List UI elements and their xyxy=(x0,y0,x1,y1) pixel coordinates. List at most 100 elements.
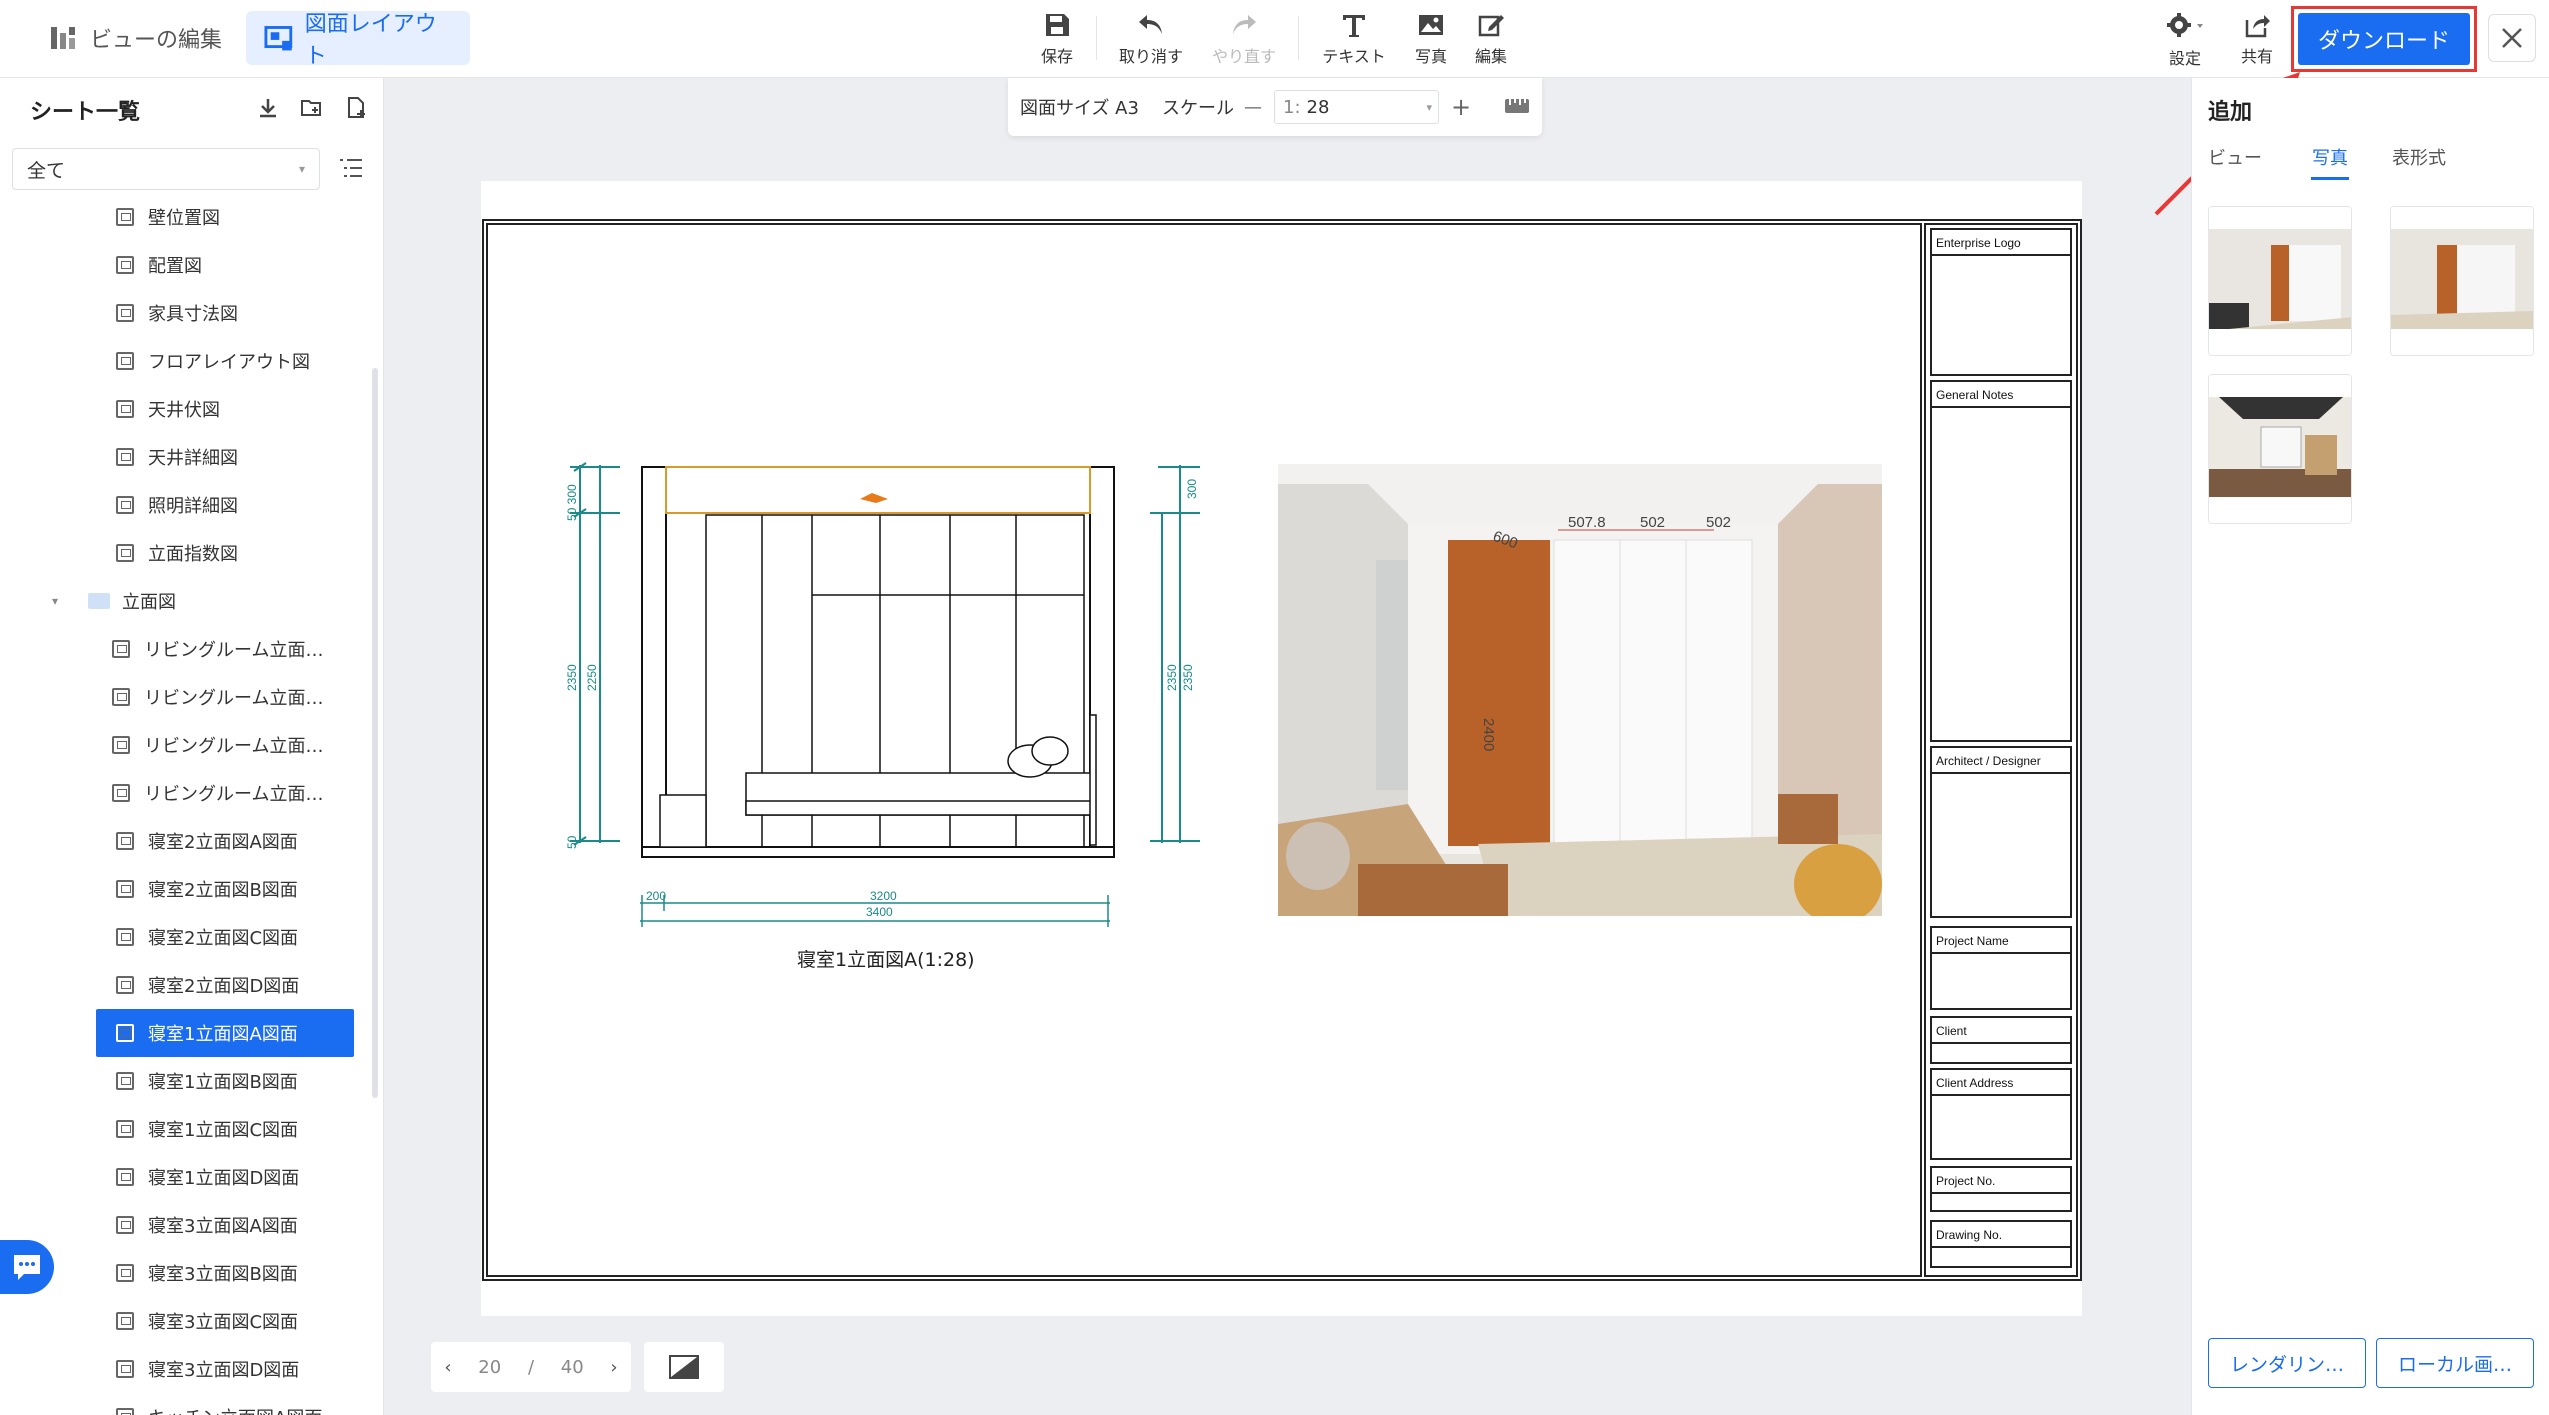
share-button[interactable]: 共有 xyxy=(2217,12,2297,67)
title-block-field-label: Project No. xyxy=(1936,1174,1996,1188)
sheet-icon xyxy=(116,976,134,994)
tree-sheet-item[interactable]: 寝室3立面図B図面 xyxy=(0,1249,383,1297)
scale-input[interactable]: 1: 28 ▾ xyxy=(1274,90,1439,124)
edit-icon xyxy=(1478,15,1504,37)
sidebar-scrollbar[interactable] xyxy=(372,368,378,1098)
edit-view-mode-button[interactable]: ビューの編集 xyxy=(30,11,240,65)
sheet-list-title: シート一覧 xyxy=(30,100,141,125)
tree-sheet-item[interactable]: 寝室2立面図A図面 xyxy=(0,817,383,865)
tree-sheet-item[interactable]: 寝室1立面図D図面 xyxy=(0,1153,383,1201)
tree-sheet-item[interactable]: 寝室1立面図A図面 xyxy=(0,1009,383,1057)
tree-sheet-item[interactable]: 寝室3立面図C図面 xyxy=(0,1297,383,1345)
sheet-icon xyxy=(116,208,134,226)
tree-item-label: 寝室1立面図A図面 xyxy=(148,1024,298,1045)
sheet-icon xyxy=(116,1216,134,1234)
contrast-icon xyxy=(669,1355,699,1379)
title-block-field[interactable]: Architect / Designer xyxy=(1930,746,2072,918)
download-button[interactable]: ダウンロード xyxy=(2298,13,2470,65)
tree-sheet-item[interactable]: 照明詳細図 xyxy=(0,481,383,529)
folder-expand-icon[interactable]: ▾ xyxy=(52,594,58,608)
scale-increase-button[interactable]: + xyxy=(1451,93,1471,121)
paper-size-label[interactable]: 図面サイズ A3 xyxy=(1020,94,1139,120)
title-block-field[interactable]: Drawing No. xyxy=(1930,1220,2072,1268)
tree-sheet-item[interactable]: フロアレイアウト図 xyxy=(0,337,383,385)
chevron-down-icon[interactable]: ▾ xyxy=(1426,101,1432,114)
next-page-button[interactable]: › xyxy=(610,1357,617,1378)
tree-sheet-item[interactable]: 壁位置図 xyxy=(0,193,383,241)
ceiling-light xyxy=(860,493,888,503)
tree-sheet-item[interactable]: リビングルーム立面… xyxy=(0,769,383,817)
title-block-field-label: Drawing No. xyxy=(1936,1228,2003,1242)
tab-view[interactable]: ビュー xyxy=(2208,144,2262,170)
tree-sheet-item[interactable]: 寝室2立面図D図面 xyxy=(0,961,383,1009)
title-block-field[interactable]: Project Name xyxy=(1930,926,2072,1010)
tree-item-label: リビングルーム立面… xyxy=(144,736,324,757)
tab-photo[interactable]: 写真 xyxy=(2312,144,2348,170)
dim-left-top: 50 300 xyxy=(565,484,579,521)
tree-folder[interactable]: ▾ 立面図 xyxy=(0,577,383,625)
tree-sheet-item[interactable]: 立面指数図 xyxy=(0,529,383,577)
render-thumbnail[interactable] xyxy=(2208,206,2352,356)
tree-sheet-item[interactable]: 配置図 xyxy=(0,241,383,289)
add-sheet-icon[interactable] xyxy=(344,96,368,120)
rendering-button[interactable]: レンダリン… xyxy=(2208,1338,2366,1388)
render-thumbnail[interactable] xyxy=(2208,374,2352,524)
tree-sheet-item[interactable]: 寝室2立面図C図面 xyxy=(0,913,383,961)
title-block-field[interactable]: Client Address xyxy=(1930,1068,2072,1160)
tree-sheet-item[interactable]: 寝室2立面図B図面 xyxy=(0,865,383,913)
render-thumbnail[interactable] xyxy=(2390,206,2534,356)
render-thumb-3 xyxy=(2209,375,2351,523)
dim-bottom-inner: 3200 xyxy=(870,889,897,903)
ruler-icon[interactable] xyxy=(1504,96,1530,116)
text-tool-button[interactable]: テキスト xyxy=(1314,12,1394,67)
sheet-icon xyxy=(116,880,134,898)
tree-sheet-item[interactable]: 寝室1立面図C図面 xyxy=(0,1105,383,1153)
tree-sheet-item[interactable]: 天井伏図 xyxy=(0,385,383,433)
tree-sheet-item[interactable]: キッチン立面図A図面 xyxy=(0,1393,383,1415)
chat-support-button[interactable] xyxy=(0,1240,54,1294)
list-view-icon[interactable] xyxy=(338,156,364,182)
tree-sheet-item[interactable]: 寝室3立面図D図面 xyxy=(0,1345,383,1393)
edit-view-mode-label: ビューの編集 xyxy=(90,28,223,53)
tab-table[interactable]: 表形式 xyxy=(2392,144,2446,170)
title-block-field[interactable]: Client xyxy=(1930,1016,2072,1064)
tree-item-label: 寝室3立面図C図面 xyxy=(148,1312,299,1333)
edit-tool-button[interactable]: 編集 xyxy=(1451,12,1531,67)
scale-toolbar: 図面サイズ A3 スケール — 1: 28 ▾ + xyxy=(1008,78,1542,136)
title-block-divider xyxy=(1932,772,2070,774)
sheet-list-actions xyxy=(256,96,368,120)
tree-item-label: 寝室1立面図C図面 xyxy=(148,1120,299,1141)
title-block-field[interactable]: Enterprise Logo xyxy=(1930,228,2072,376)
tree-sheet-item[interactable]: リビングルーム立面… xyxy=(0,721,383,769)
title-block-field[interactable]: General Notes xyxy=(1930,380,2072,742)
title-block-field[interactable]: Project No. xyxy=(1930,1166,2072,1212)
sheet-icon xyxy=(112,736,130,754)
undo-button[interactable]: 取り消す xyxy=(1111,12,1191,67)
tree-sheet-item[interactable]: 寝室1立面図B図面 xyxy=(0,1057,383,1105)
sheet-filter-select[interactable]: 全て ▾ xyxy=(12,148,320,190)
dim-bottom-total: 3400 xyxy=(866,905,893,919)
add-folder-icon[interactable] xyxy=(300,96,324,120)
tree-sheet-item[interactable]: 寝室3立面図A図面 xyxy=(0,1201,383,1249)
view-toggle-button[interactable] xyxy=(644,1342,724,1392)
scale-decrease-button[interactable]: — xyxy=(1244,97,1262,118)
elevation-drawing[interactable]: 50 300 2350 2250 50 300 2350 2350 200 32… xyxy=(550,455,1210,935)
render-thumb-1 xyxy=(2209,207,2351,355)
download-sheet-icon[interactable] xyxy=(256,96,280,120)
tree-item-label: キッチン立面図A図面 xyxy=(148,1404,322,1415)
tree-sheet-item[interactable]: リビングルーム立面… xyxy=(0,673,383,721)
tree-sheet-item[interactable]: リビングルーム立面… xyxy=(0,625,383,673)
close-button[interactable] xyxy=(2488,14,2536,62)
save-button[interactable]: 保存 xyxy=(1017,12,1097,67)
tree-sheet-item[interactable]: 天井詳細図 xyxy=(0,433,383,481)
page-separator: / xyxy=(527,1356,535,1378)
tree-sheet-item[interactable]: 家具寸法図 xyxy=(0,289,383,337)
redo-button[interactable]: やり直す xyxy=(1204,12,1284,67)
chevron-down-icon: ▾ xyxy=(298,162,305,176)
local-image-button[interactable]: ローカル画… xyxy=(2376,1338,2534,1388)
prev-page-button[interactable]: ‹ xyxy=(444,1357,451,1378)
drawing-layout-mode-button[interactable]: 図面レイアウト xyxy=(246,11,470,69)
render-photo[interactable]: 600 507.8 502 502 2400 xyxy=(1278,464,1882,916)
sheet-icon xyxy=(116,1072,134,1090)
render-dim-5: 2400 xyxy=(1480,718,1497,751)
